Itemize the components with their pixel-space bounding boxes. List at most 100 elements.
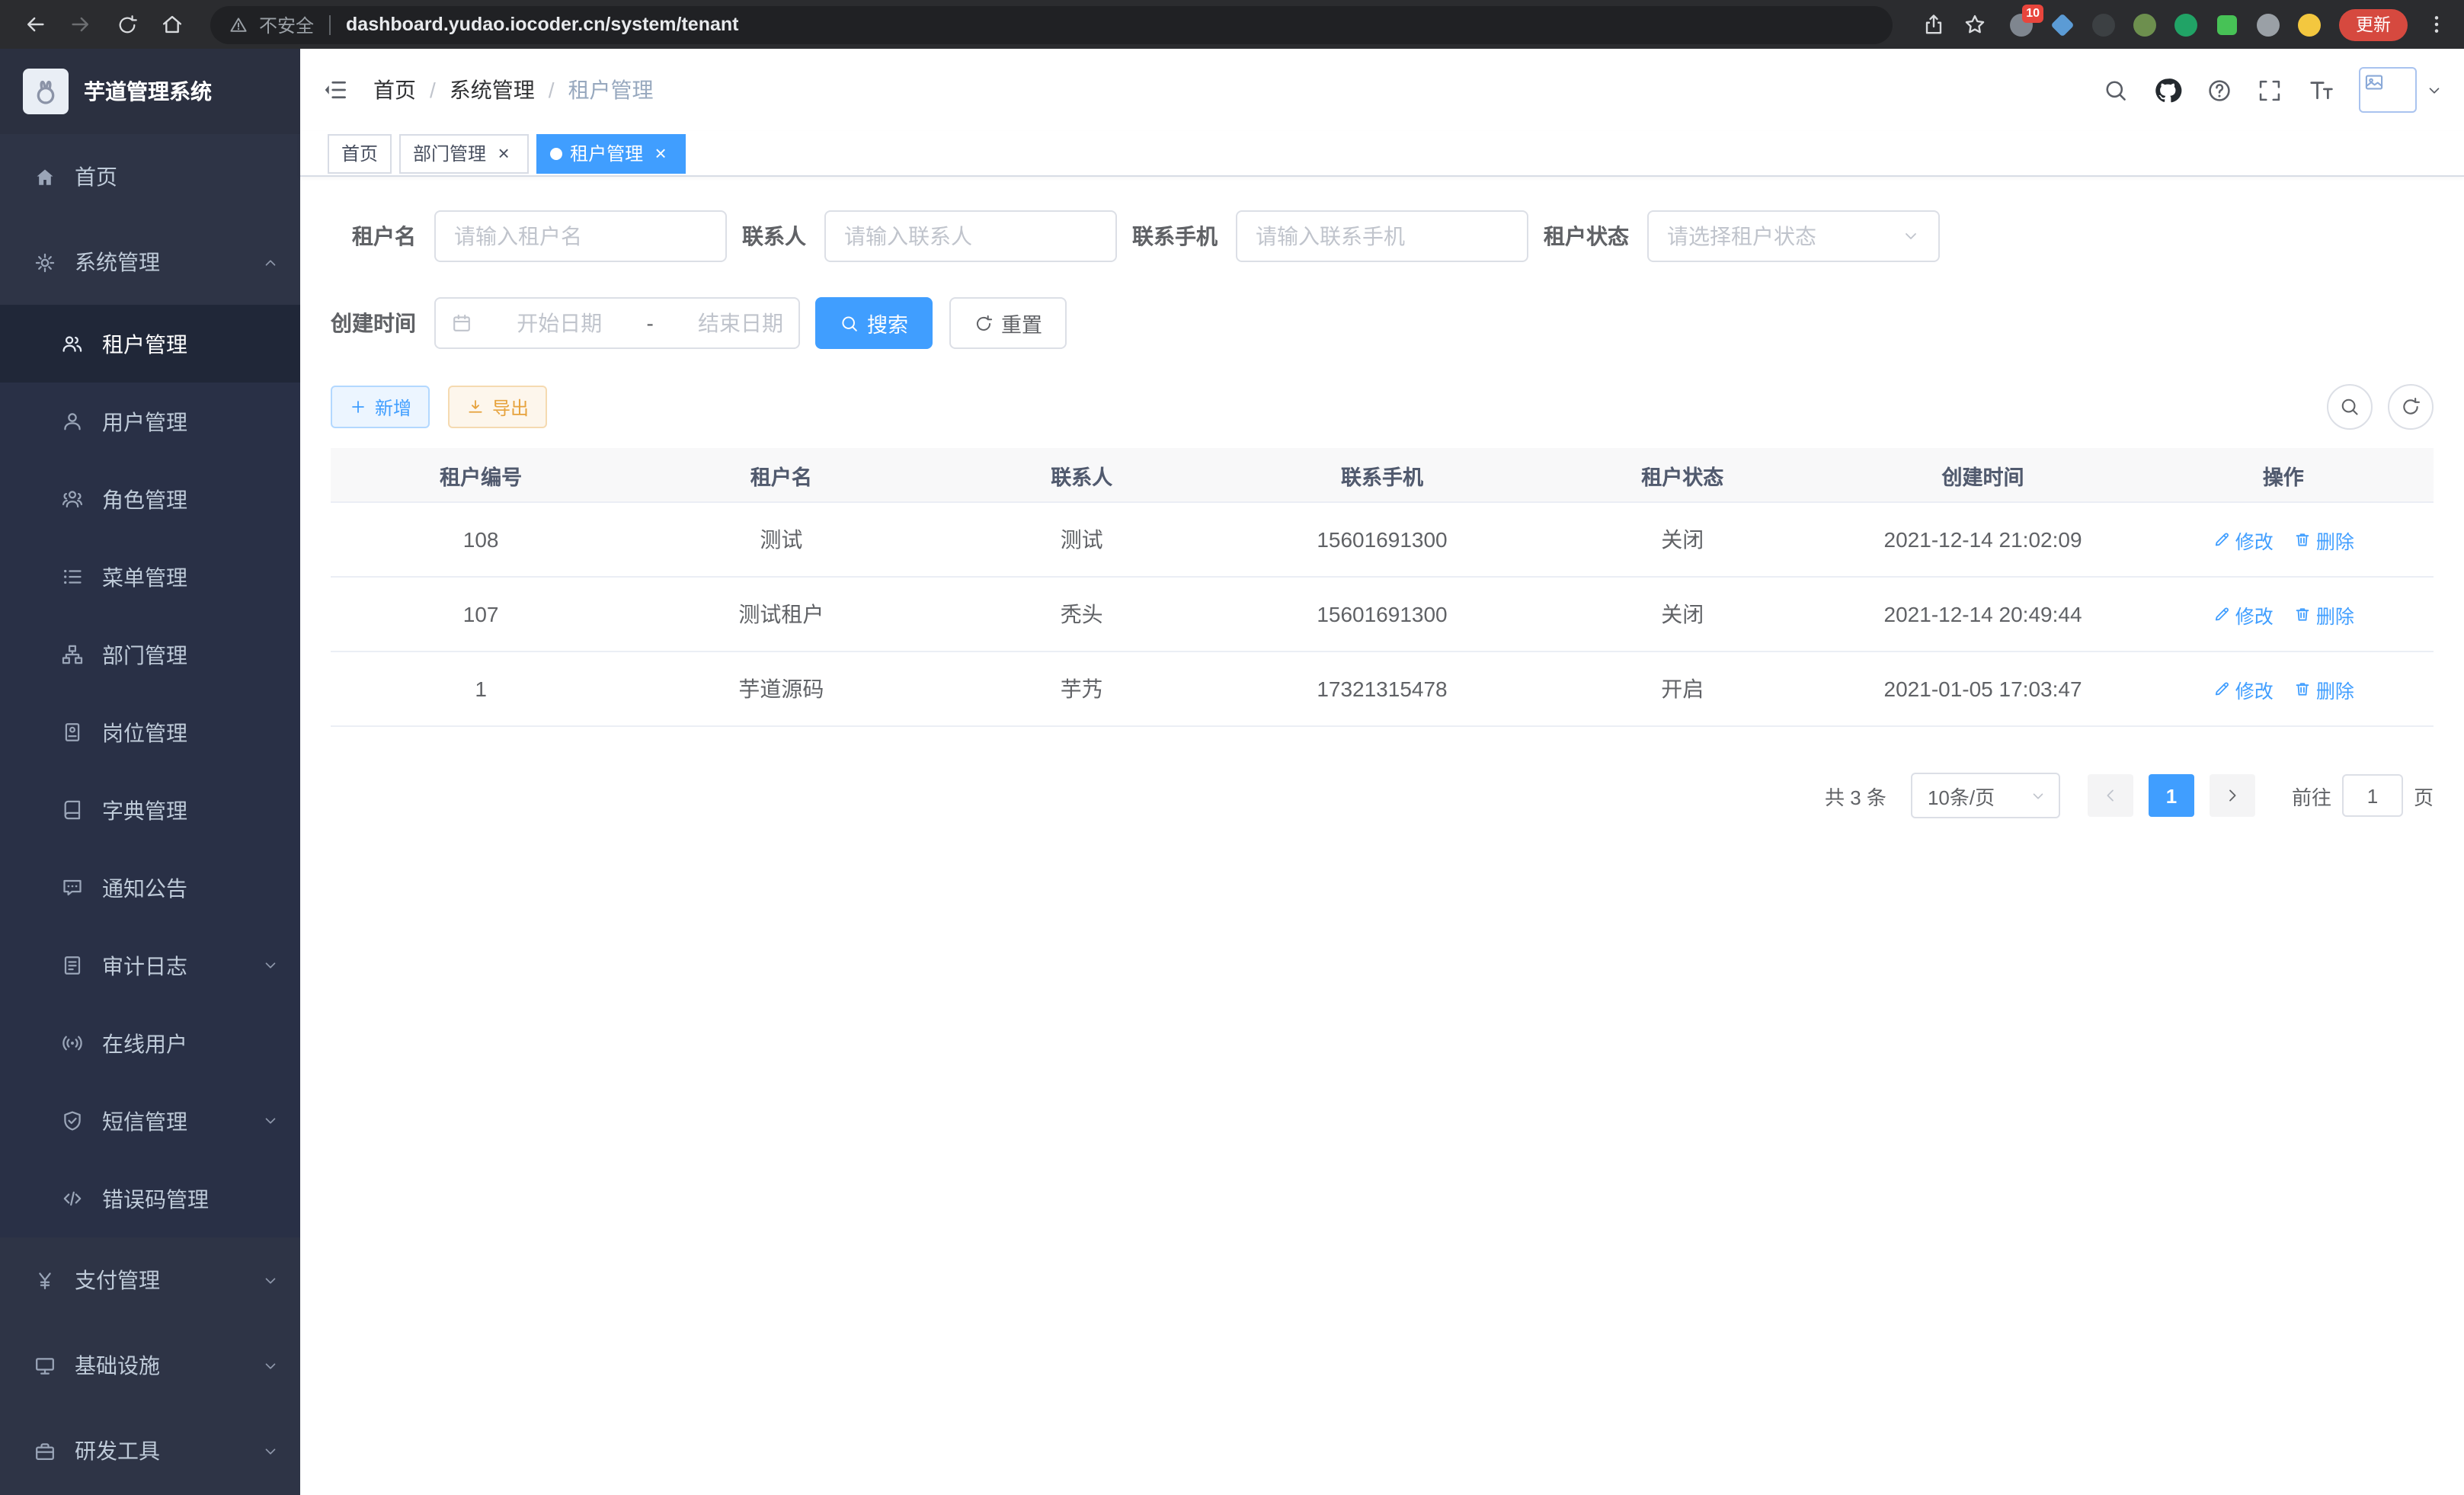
extension-icon-2[interactable] <box>2050 11 2075 37</box>
sidebar-item-label: 菜单管理 <box>102 562 187 592</box>
main-area: 首页/系统管理/租户管理 首页部门管理×租户管理× 租户名 <box>300 49 2464 1495</box>
address-bar[interactable]: 不安全 dashboard.yudao.iocoder.cn/system/te… <box>210 5 1893 43</box>
sidebar-toggle-button[interactable] <box>300 49 370 131</box>
tab-close-icon[interactable]: × <box>492 142 515 165</box>
user-avatar[interactable] <box>2359 67 2417 113</box>
edit-link[interactable]: 修改 <box>2213 600 2274 629</box>
app-logo[interactable]: 芋道管理系统 <box>0 49 300 134</box>
contact-label: 联系人 <box>742 221 806 251</box>
delete-link[interactable]: 删除 <box>2293 600 2354 629</box>
extension-icon-3[interactable] <box>2091 11 2117 37</box>
security-label[interactable]: 不安全 <box>259 11 314 37</box>
phone-input[interactable]: 请输入联系手机 <box>1236 210 1528 262</box>
sidebar-item-tenant[interactable]: 租户管理 <box>0 305 300 383</box>
browser-reload-button[interactable] <box>107 5 146 44</box>
add-button[interactable]: 新增 <box>331 386 430 428</box>
contact-input[interactable]: 请输入联系人 <box>824 210 1117 262</box>
extension-icon-8[interactable] <box>2296 11 2322 37</box>
chevron-down-icon <box>262 957 279 974</box>
reload-icon <box>115 13 138 36</box>
sidebar-item-dev-tool[interactable]: 研发工具 <box>0 1408 300 1493</box>
extension-icon-7[interactable] <box>2255 11 2281 37</box>
sidebar-item-online-user[interactable]: 在线用户 <box>0 1004 300 1082</box>
search-button[interactable]: 搜索 <box>815 297 933 349</box>
edit-link[interactable]: 修改 <box>2213 525 2274 554</box>
sidebar-item-role[interactable]: 角色管理 <box>0 460 300 538</box>
home-icon <box>34 165 56 188</box>
sidebar-item-label: 支付管理 <box>75 1265 160 1295</box>
refresh-table-button[interactable] <box>2388 384 2434 430</box>
sidebar-item-menu[interactable]: 菜单管理 <box>0 538 300 616</box>
help-icon[interactable] <box>2206 77 2232 103</box>
browser-forward-button[interactable] <box>61 5 101 44</box>
gear-icon <box>34 251 56 274</box>
tab-close-icon[interactable]: × <box>649 142 672 165</box>
github-icon[interactable] <box>2153 75 2182 104</box>
breadcrumb-separator: / <box>430 78 436 102</box>
extension-icon-4[interactable] <box>2132 11 2158 37</box>
tab-label: 首页 <box>341 140 378 166</box>
reset-button[interactable]: 重置 <box>949 297 1067 349</box>
bookmark-star-icon[interactable] <box>1963 12 1987 37</box>
sidebar-item-audit-log[interactable]: 审计日志 <box>0 927 300 1004</box>
search-button-icon <box>840 313 859 333</box>
cell-id: 1 <box>331 652 631 725</box>
extension-shape <box>2174 13 2197 36</box>
delete-link[interactable]: 删除 <box>2293 674 2354 703</box>
cell-created: 2021-12-14 21:02:09 <box>1832 503 2133 576</box>
filter-create-time: 创建时间 开始日期 - 结束日期 <box>331 297 800 349</box>
filter-status: 租户状态 请选择租户状态 <box>1544 210 1940 262</box>
sidebar-item-post[interactable]: 岗位管理 <box>0 693 300 771</box>
goto-page-input[interactable]: 1 <box>2342 774 2403 817</box>
browser-update-button[interactable]: 更新 <box>2339 8 2408 40</box>
prev-page-button[interactable] <box>2088 774 2133 817</box>
calendar-icon <box>451 312 472 334</box>
fullscreen-icon[interactable] <box>2257 77 2283 103</box>
sidebar-item-system[interactable]: 系统管理 <box>0 219 300 305</box>
page-number-1[interactable]: 1 <box>2149 774 2194 817</box>
edit-icon <box>2213 680 2231 698</box>
font-size-icon[interactable] <box>2307 76 2334 104</box>
header-search-icon[interactable] <box>2103 77 2129 103</box>
breadcrumb-item-0[interactable]: 首页 <box>373 75 416 105</box>
delete-link[interactable]: 删除 <box>2293 525 2354 554</box>
sidebar-item-error-code[interactable]: 错误码管理 <box>0 1160 300 1237</box>
browser-menu-icon[interactable] <box>2424 12 2449 37</box>
sidebar-item-home[interactable]: 首页 <box>0 134 300 219</box>
browser-back-button[interactable] <box>15 5 55 44</box>
user-menu-caret-icon[interactable] <box>2426 82 2443 98</box>
browser-home-button[interactable] <box>152 5 192 44</box>
extension-icon-6[interactable] <box>2214 11 2240 37</box>
sidebar-item-infra[interactable]: 基础设施 <box>0 1323 300 1408</box>
tab-dept[interactable]: 部门管理× <box>399 133 529 173</box>
edit-link[interactable]: 修改 <box>2213 674 2274 703</box>
breadcrumb-item-1[interactable]: 系统管理 <box>450 75 535 105</box>
notice-icon <box>61 876 84 899</box>
status-select[interactable]: 请选择租户状态 <box>1647 210 1940 262</box>
cell-created: 2021-01-05 17:03:47 <box>1832 652 2133 725</box>
share-icon[interactable] <box>1922 12 1946 37</box>
sidebar-item-dept[interactable]: 部门管理 <box>0 616 300 693</box>
extension-icon-5[interactable] <box>2173 11 2199 37</box>
sidebar-item-dict[interactable]: 字典管理 <box>0 771 300 849</box>
tab-home[interactable]: 首页 <box>328 133 392 173</box>
sidebar-item-notice[interactable]: 通知公告 <box>0 849 300 927</box>
sidebar-item-pay[interactable]: 支付管理 <box>0 1237 300 1323</box>
url-text[interactable]: dashboard.yudao.iocoder.cn/system/tenant <box>346 14 738 35</box>
extension-shape <box>2092 13 2115 36</box>
page-size-select[interactable]: 10条/页 <box>1911 773 2060 818</box>
toggle-search-button[interactable] <box>2327 384 2373 430</box>
date-range-input[interactable]: 开始日期 - 结束日期 <box>434 297 800 349</box>
code-icon <box>61 1187 84 1210</box>
search-button-label: 搜索 <box>867 308 908 338</box>
export-button[interactable]: 导出 <box>448 386 547 428</box>
sidebar-item-sms[interactable]: 短信管理 <box>0 1082 300 1160</box>
status-placeholder: 请选择租户状态 <box>1667 221 1816 251</box>
extension-icon-1[interactable]: 10 <box>2008 11 2034 37</box>
tab-tenant[interactable]: 租户管理× <box>536 133 686 173</box>
extension-shape <box>2050 12 2074 36</box>
tenant-name-input[interactable]: 请输入租户名 <box>434 210 727 262</box>
security-warning-icon <box>229 14 248 34</box>
sidebar-item-user[interactable]: 用户管理 <box>0 383 300 460</box>
next-page-button[interactable] <box>2210 774 2255 817</box>
